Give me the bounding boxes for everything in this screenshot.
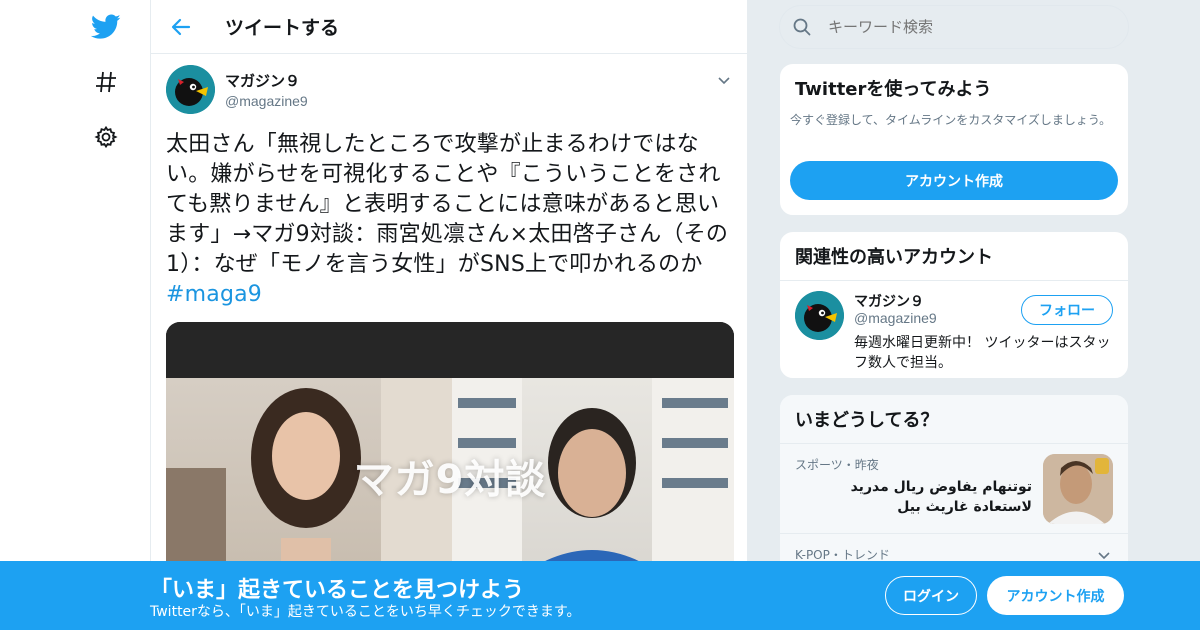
- create-account-button[interactable]: アカウント作成: [790, 161, 1118, 200]
- twitter-bird-icon[interactable]: [90, 11, 122, 43]
- main-column: ツイートする マガジン９ @magazine9 太田さん「無視したところで攻撃が…: [150, 0, 748, 630]
- media-caption: マガ9対談: [353, 457, 547, 503]
- related-account[interactable]: マガジン９ @magazine9 毎週水曜日更新中！ ツイッターはスタッフ数人で…: [780, 281, 1128, 378]
- tweet-media[interactable]: マガ9対談: [166, 322, 734, 582]
- banner-create-account-button[interactable]: アカウント作成: [987, 576, 1124, 615]
- banner-subtitle: Twitterなら、「いま」起きていることをいち早くチェックできます。: [150, 604, 581, 620]
- signup-card-description: 今すぐ登録して、タイムラインをカスタマイズしましょう。: [790, 113, 1112, 127]
- search-input[interactable]: [828, 18, 1108, 36]
- author-name[interactable]: マガジン９: [225, 70, 308, 91]
- trend-thumbnail: [1043, 454, 1113, 524]
- tweet-author[interactable]: マガジン９ @magazine9: [166, 64, 732, 114]
- login-button[interactable]: ログイン: [885, 576, 977, 615]
- banner-title: 「いま」起きていることを見つけよう: [150, 578, 525, 603]
- related-account-name[interactable]: マガジン９: [854, 291, 924, 311]
- search-bar[interactable]: [779, 5, 1129, 49]
- trends-card-title: いまどうしてる？: [780, 395, 1128, 444]
- avatar[interactable]: [795, 291, 844, 340]
- author-names: マガジン９ @magazine9: [225, 70, 308, 109]
- search-icon: [780, 18, 824, 36]
- trend-meta: スポーツ・昨夜: [795, 458, 879, 472]
- trend-item[interactable]: スポーツ・昨夜 توتنهام يفاوض ريال مدريد لاستعاد…: [780, 444, 1128, 534]
- related-account-bio: 毎週水曜日更新中！ ツイッターはスタッフ数人で担当。: [854, 335, 1111, 371]
- signup-banner: 「いま」起きていることを見つけよう Twitterなら、「いま」起きていることを…: [0, 561, 1200, 630]
- related-account-handle: @magazine9: [854, 310, 937, 326]
- hashtag-link[interactable]: #maga9: [166, 282, 262, 307]
- related-card-title: 関連性の高いアカウント: [780, 232, 1128, 281]
- back-button[interactable]: [151, 0, 211, 54]
- chevron-down-icon[interactable]: [716, 72, 732, 88]
- signup-card-title: Twitterを使ってみよう: [795, 79, 992, 100]
- gear-icon[interactable]: [90, 121, 122, 153]
- page-header: ツイートする: [151, 0, 747, 54]
- related-accounts-card: 関連性の高いアカウント マガジン９ @magazine9 毎週水曜日更新中！ ツ…: [779, 231, 1129, 379]
- left-nav: [0, 0, 150, 630]
- arrow-left-icon: [171, 18, 191, 35]
- trend-text: توتنهام يفاوض ريال مدريد لاستعادة غاريث …: [850, 479, 1032, 515]
- author-handle[interactable]: @magazine9: [225, 93, 308, 109]
- hashtag-icon[interactable]: [90, 66, 122, 98]
- media-topbar: [166, 322, 734, 378]
- avatar[interactable]: [166, 64, 215, 114]
- signup-card: Twitterを使ってみよう 今すぐ登録して、タイムラインをカスタマイズしましょ…: [779, 63, 1129, 216]
- tweet-text: 太田さん「無視したところで攻撃が止まるわけではない。嫌がらせを可視化することや『…: [166, 130, 732, 310]
- page-title: ツイートする: [225, 17, 340, 39]
- follow-button[interactable]: フォロー: [1021, 295, 1113, 325]
- tweet: マガジン９ @magazine9 太田さん「無視したところで攻撃が止まるわけでは…: [151, 54, 747, 582]
- tweet-body: 太田さん「無視したところで攻撃が止まるわけではない。嫌がらせを可視化することや『…: [166, 132, 729, 277]
